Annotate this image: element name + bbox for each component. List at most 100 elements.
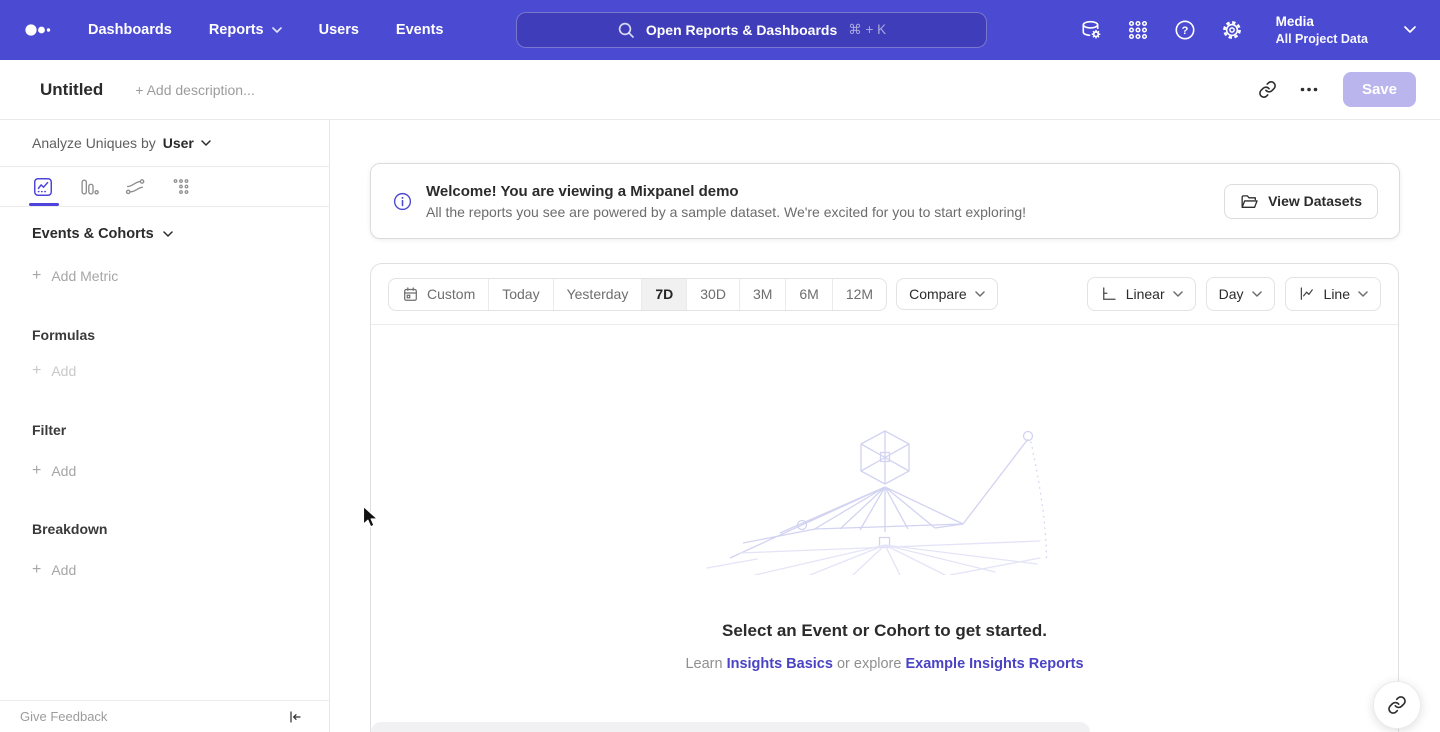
nav-right-icons: ? Media All Project Data	[1079, 13, 1416, 47]
analyze-label: Analyze Uniques by	[32, 135, 156, 151]
plus-icon: +	[32, 563, 41, 577]
scale-selector-button[interactable]: Linear	[1087, 277, 1196, 311]
settings-gear-icon[interactable]	[1220, 18, 1244, 42]
add-formula-label: Add	[51, 363, 76, 379]
main-content: Welcome! You are viewing a Mixpanel demo…	[330, 120, 1440, 732]
apps-grid-icon[interactable]	[1126, 18, 1150, 42]
example-insights-reports-link[interactable]: Example Insights Reports	[905, 656, 1083, 672]
or-explore-text: or explore	[837, 656, 901, 672]
add-breakdown-button[interactable]: + Add	[32, 562, 297, 578]
analyze-by-dropdown[interactable]: User	[163, 135, 211, 151]
chevron-down-icon	[163, 231, 173, 237]
insights-chart-card: Custom Today Yesterday 7D 30D 3M 6M 12M …	[370, 263, 1399, 732]
scale-label: Linear	[1126, 286, 1165, 302]
flows-icon	[124, 176, 146, 198]
mixpanel-logo-icon	[24, 23, 52, 37]
more-options-icon[interactable]	[1300, 87, 1318, 92]
project-switcher[interactable]: Media All Project Data	[1276, 13, 1368, 47]
view-datasets-label: View Datasets	[1268, 193, 1362, 209]
interval-label: Day	[1219, 286, 1244, 302]
link-icon	[1387, 695, 1407, 715]
empty-state-links: Learn Insights Basics or explore Example…	[371, 656, 1398, 672]
tab-bar-chart[interactable]	[78, 167, 102, 206]
empty-state-illustration	[695, 425, 1075, 575]
compare-label: Compare	[909, 286, 967, 302]
top-navigation: Dashboards Reports Users Events Open Rep…	[0, 0, 1440, 60]
breakdown-section-title: Breakdown	[32, 521, 297, 537]
date-range-30d[interactable]: 30D	[686, 279, 739, 310]
report-header: Untitled + Add description... Save	[0, 60, 1440, 120]
help-icon[interactable]: ?	[1173, 18, 1197, 42]
bar-chart-icon	[78, 176, 100, 198]
chevron-down-icon	[1358, 291, 1368, 297]
line-chart-icon	[32, 176, 54, 198]
add-metric-button[interactable]: + Add Metric	[32, 268, 297, 284]
add-description-field[interactable]: + Add description...	[135, 82, 254, 98]
collapse-left-icon	[287, 709, 303, 725]
share-link-fab[interactable]	[1373, 681, 1421, 729]
events-cohorts-section-header[interactable]: Events & Cohorts	[32, 226, 297, 242]
demo-banner: Welcome! You are viewing a Mixpanel demo…	[370, 163, 1400, 239]
collapse-sidebar-button[interactable]	[287, 709, 303, 725]
nav-item-events[interactable]: Events	[396, 22, 444, 38]
date-range-12m[interactable]: 12M	[832, 279, 886, 310]
view-datasets-button[interactable]: View Datasets	[1224, 184, 1378, 219]
chevron-down-icon	[1173, 291, 1183, 297]
plus-icon: +	[32, 269, 41, 283]
insights-basics-link[interactable]: Insights Basics	[727, 656, 833, 672]
save-button[interactable]: Save	[1343, 72, 1416, 107]
date-range-custom[interactable]: Custom	[389, 279, 488, 310]
date-range-label: 6M	[799, 286, 818, 302]
mixpanel-logo[interactable]	[24, 23, 56, 37]
report-title[interactable]: Untitled	[40, 80, 103, 100]
date-range-label: 7D	[655, 286, 673, 302]
copy-link-icon[interactable]	[1258, 80, 1277, 99]
nav-item-users[interactable]: Users	[319, 22, 359, 38]
nav-label: Dashboards	[88, 22, 172, 38]
nav-item-dashboards[interactable]: Dashboards	[88, 22, 172, 38]
formulas-section-title: Formulas	[32, 327, 297, 343]
chevron-down-icon	[201, 140, 211, 146]
chart-type-selector-button[interactable]: Line	[1285, 277, 1381, 311]
svg-text:?: ?	[1181, 25, 1188, 37]
date-range-yesterday[interactable]: Yesterday	[553, 279, 642, 310]
interval-selector-button[interactable]: Day	[1206, 277, 1275, 311]
date-range-today[interactable]: Today	[488, 279, 552, 310]
tab-line-chart[interactable]	[32, 167, 56, 206]
data-management-icon[interactable]	[1079, 18, 1103, 42]
plus-icon: +	[32, 364, 41, 378]
filter-section-title: Filter	[32, 422, 297, 438]
add-formula-button[interactable]: + Add	[32, 363, 297, 379]
date-range-7d[interactable]: 7D	[641, 279, 686, 310]
add-metric-label: Add Metric	[51, 268, 118, 284]
analyze-uniques-row: Analyze Uniques by User	[0, 120, 329, 167]
nav-item-reports[interactable]: Reports	[209, 22, 282, 38]
date-range-label: 12M	[846, 286, 873, 302]
global-search[interactable]: Open Reports & Dashboards ⌘ + K	[516, 12, 987, 48]
give-feedback-link[interactable]: Give Feedback	[20, 709, 107, 724]
date-range-label: 3M	[753, 286, 772, 302]
bottom-panel-peek	[371, 722, 1090, 732]
calendar-icon	[402, 286, 419, 303]
chevron-down-icon	[1404, 26, 1416, 33]
chevron-down-icon	[1252, 291, 1262, 297]
add-filter-label: Add	[51, 463, 76, 479]
compare-button[interactable]: Compare	[896, 278, 998, 310]
plus-icon: +	[32, 464, 41, 478]
sidebar-footer: Give Feedback	[0, 700, 329, 732]
chevron-down-icon	[975, 291, 985, 297]
chart-display-controls: Linear Day Line	[1087, 277, 1381, 311]
date-range-3m[interactable]: 3M	[739, 279, 785, 310]
learn-prefix: Learn	[685, 656, 722, 672]
analyze-value: User	[163, 135, 194, 151]
tab-scatter[interactable]	[170, 167, 194, 206]
add-filter-button[interactable]: + Add	[32, 463, 297, 479]
nav-label: Users	[319, 22, 359, 38]
line-chart-icon	[1298, 285, 1316, 303]
tab-flows[interactable]	[124, 167, 148, 206]
nav-links: Dashboards Reports Users Events	[88, 22, 443, 38]
empty-state-title: Select an Event or Cohort to get started…	[371, 621, 1398, 641]
date-range-6m[interactable]: 6M	[785, 279, 831, 310]
chart-controls: Custom Today Yesterday 7D 30D 3M 6M 12M …	[371, 264, 1398, 324]
search-placeholder: Open Reports & Dashboards	[646, 22, 837, 38]
